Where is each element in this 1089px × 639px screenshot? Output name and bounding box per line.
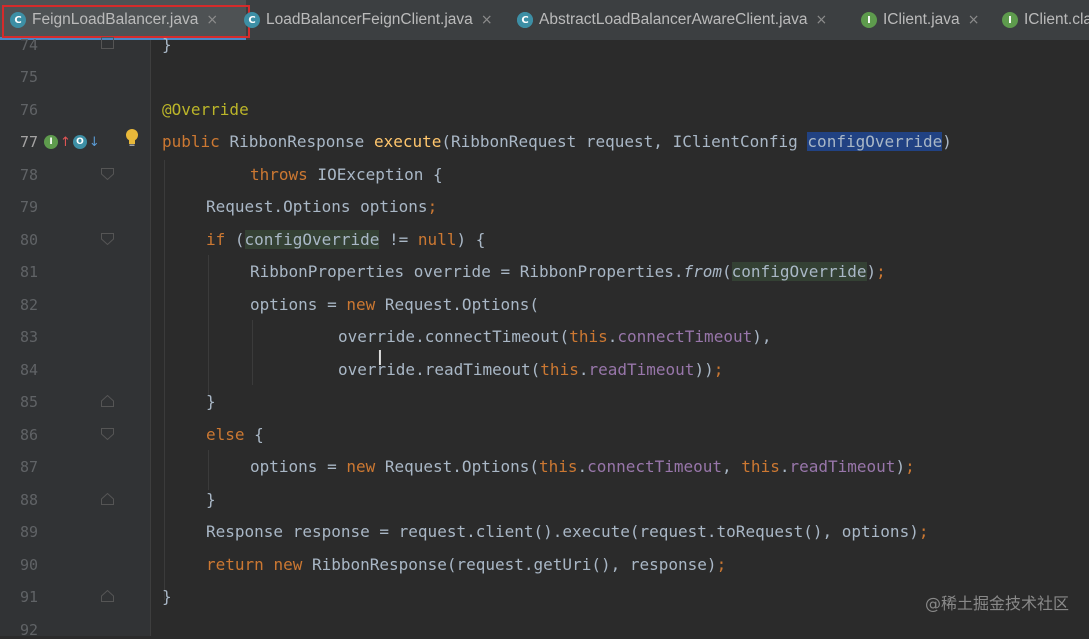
line-number: 77 [19,133,38,151]
tab-label: AbstractLoadBalancerAwareClient.java [539,11,808,28]
close-icon[interactable]: × [206,12,218,28]
line-number: 83 [19,328,38,346]
code-line-87: options = new Request.Options(this.conne… [250,457,915,476]
line-number: 90 [19,556,38,574]
line-number: 74 [19,36,38,54]
code-line-76: @Override [162,100,249,119]
fold-marker[interactable] [101,428,114,440]
code-line-78: throws IOException { [250,165,443,184]
code-line-79: Request.Options options; [206,197,438,216]
code-line-83: override.connectTimeout(this.connectTime… [338,327,772,346]
close-icon[interactable]: × [968,12,980,28]
tab-iclient-class[interactable]: I IClient.cla [1002,0,1089,40]
selected-text: configOverride [807,132,943,151]
code-line-91: } [162,587,172,606]
indent-guide [208,255,209,395]
code-line-86: else { [206,425,264,444]
close-icon[interactable]: × [481,12,493,28]
arrow-down-icon[interactable]: ↓ [89,135,100,150]
fold-marker[interactable] [101,590,114,602]
line-number: 86 [19,426,38,444]
code-line-84: override.readTimeout(this.readTimeout)); [338,360,724,379]
line-number: 84 [19,361,38,379]
line-number: 92 [19,621,38,639]
line-number: 76 [19,101,38,119]
code-line-77: public RibbonResponse execute(RibbonRequ… [162,132,952,151]
tab-label: LoadBalancerFeignClient.java [266,11,473,28]
line-number: 85 [19,393,38,411]
fold-marker[interactable] [101,233,114,245]
close-icon[interactable]: × [816,12,828,28]
line-number: 75 [19,68,38,86]
fold-marker[interactable] [101,395,114,407]
text-cursor-icon: I [377,346,383,370]
tab-label: IClient.java [883,11,960,28]
code-line-90: return new RibbonResponse(request.getUri… [206,555,727,574]
tab-label: IClient.cla [1024,11,1089,28]
line-number: 87 [19,458,38,476]
line-number: 89 [19,523,38,541]
line-number: 81 [19,263,38,281]
code-line-85: } [206,392,216,411]
code-line-88: } [206,490,216,509]
watermark: @稀土掘金技术社区 [924,594,1069,613]
lightbulb-icon[interactable] [124,128,140,152]
tab-feign-load-balancer[interactable]: C FeignLoadBalancer.java × [0,0,250,40]
indent-guide [164,160,165,600]
overridden-icon[interactable]: O [72,135,87,149]
gutter-markers: I ↑ O ↓ [44,131,100,153]
line-number: 80 [19,231,38,249]
line-number: 82 [19,296,38,314]
fold-marker[interactable] [101,493,114,505]
arrow-up-icon[interactable]: ↑ [60,135,71,150]
line-number: 78 [19,166,38,184]
code-line-74: } [162,35,172,54]
interface-icon: I [1002,12,1018,28]
fold-marker[interactable] [101,168,114,180]
line-number: 88 [19,491,38,509]
abstract-class-icon: C [517,12,533,28]
indent-guide [252,320,253,385]
code-line-82: options = new Request.Options( [250,295,539,314]
class-icon: C [10,12,26,28]
line-number: 79 [19,198,38,216]
tab-load-balancer-feign-client[interactable]: C LoadBalancerFeignClient.java × [244,0,493,40]
fold-marker[interactable] [101,37,114,49]
code-line-80: if (configOverride != null) { [206,230,486,249]
implements-icon[interactable]: I [44,135,58,149]
class-icon: C [244,12,260,28]
tab-abstract-load-balancer-aware-client[interactable]: C AbstractLoadBalancerAwareClient.java × [517,0,827,40]
line-number: 91 [19,588,38,606]
code-line-81: RibbonProperties override = RibbonProper… [250,262,886,281]
code-line-89: Response response = request.client().exe… [206,522,929,541]
indent-guide [208,450,209,490]
interface-icon: I [861,12,877,28]
tab-label: FeignLoadBalancer.java [32,11,199,28]
tab-iclient-java[interactable]: I IClient.java × [861,0,979,40]
